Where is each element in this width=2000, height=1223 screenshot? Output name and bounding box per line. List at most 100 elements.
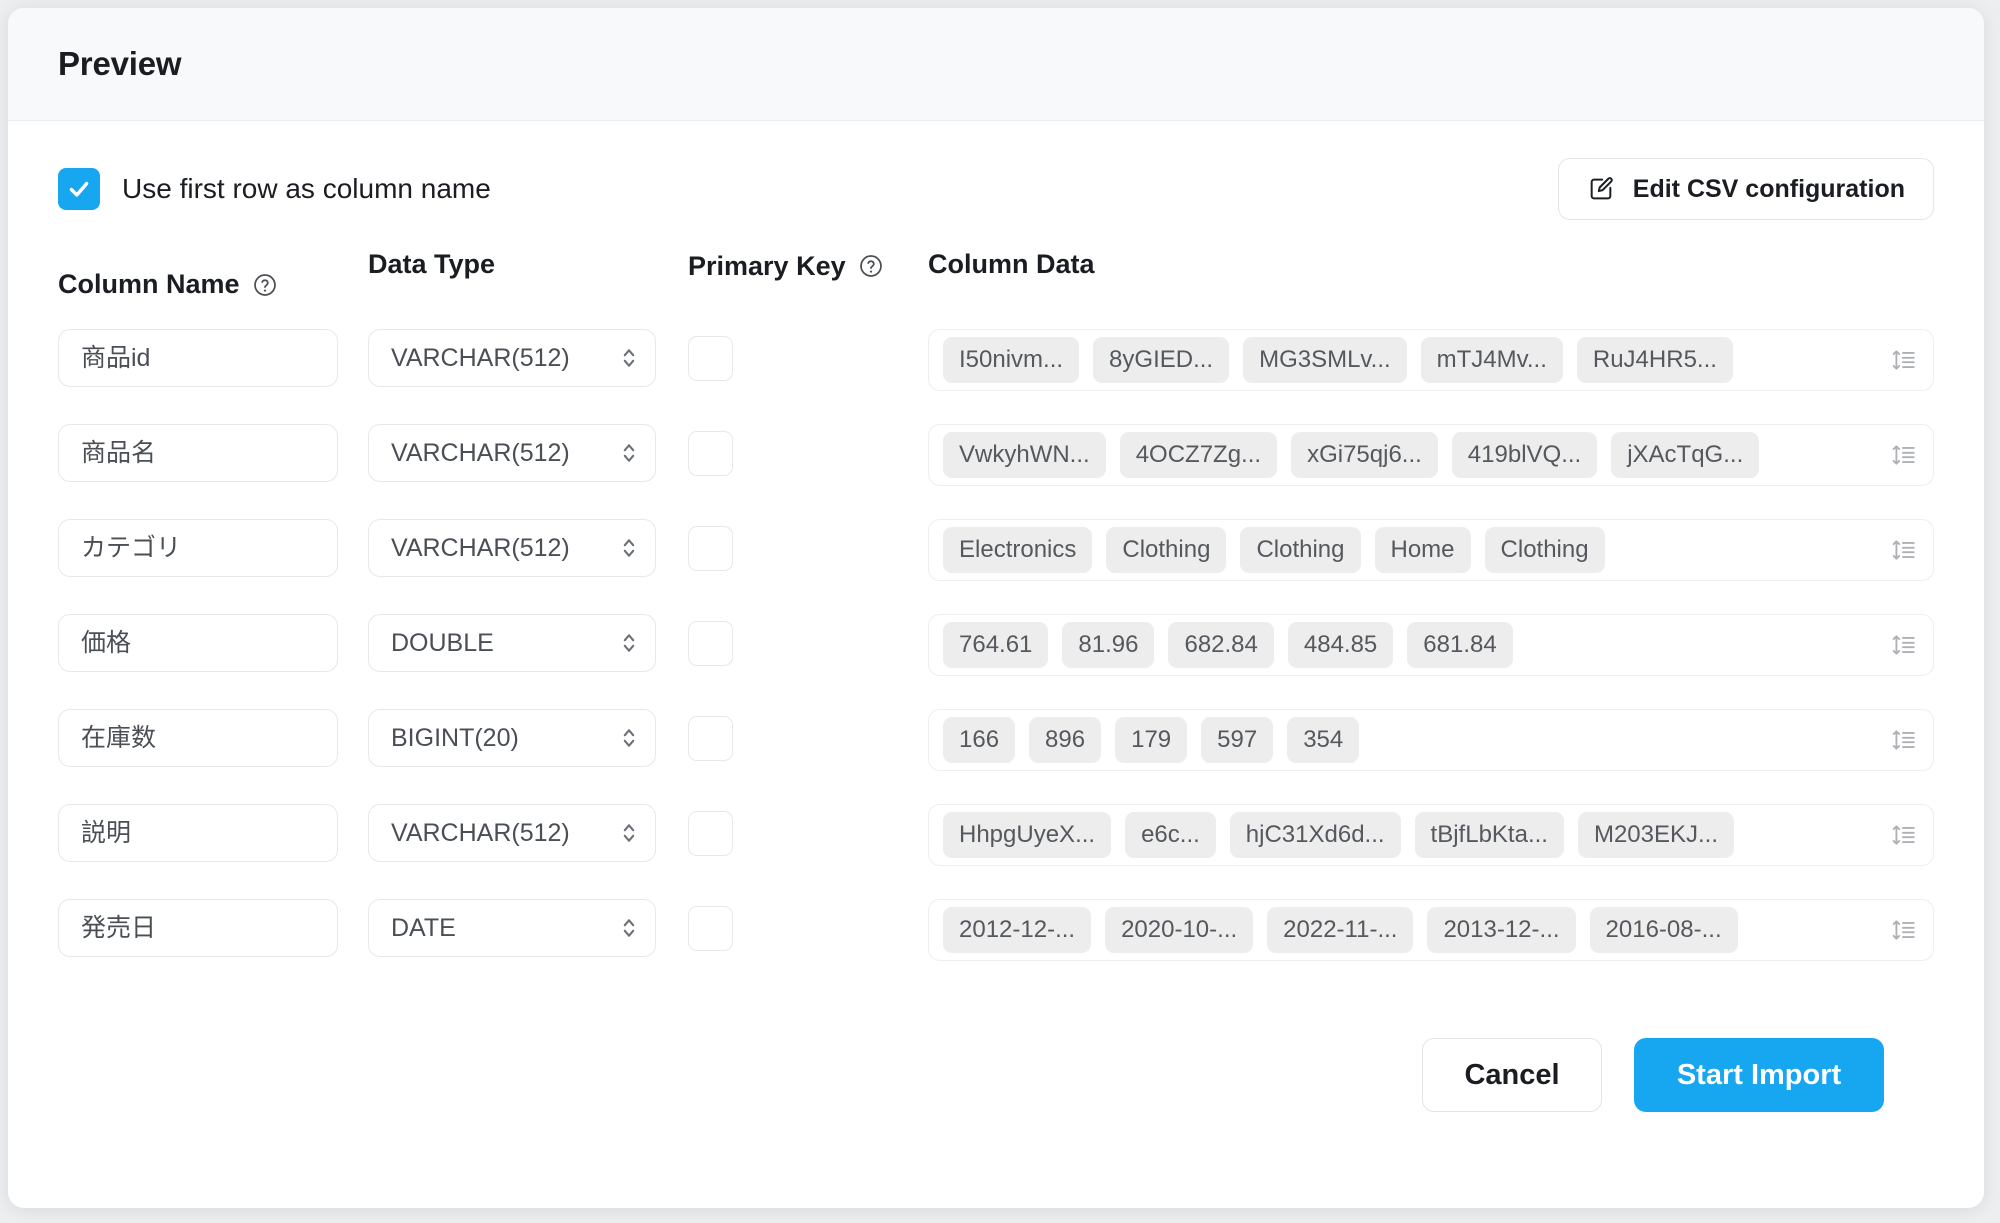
question-mark-circle-icon[interactable] [252, 272, 278, 298]
expand-rows-icon[interactable] [1891, 537, 1917, 563]
data-chip: I50nivm... [943, 337, 1080, 383]
table-rows: 商品id VARCHAR(512) I50nivm... 8yGIED... MG3SM… [58, 329, 1934, 994]
expand-rows-icon[interactable] [1891, 917, 1917, 943]
data-chip: e6c... [1125, 812, 1216, 858]
preview-modal: Preview Use first row as column name Edi… [8, 8, 1984, 1208]
cell-column-data: Electronics Clothing Clothing Home Clothing [928, 519, 1934, 581]
column-name-input[interactable]: 商品id [58, 329, 338, 387]
data-chip: RuJ4HR5... [1576, 337, 1733, 383]
data-type-select-wrap: VARCHAR(512) [368, 329, 656, 387]
header-column-data: Column Data [928, 243, 1934, 280]
column-data-container: 166 896 179 597 354 [928, 709, 1934, 771]
cell-primary-key [688, 709, 928, 761]
expand-rows-icon[interactable] [1891, 442, 1917, 468]
expand-rows-icon[interactable] [1891, 822, 1917, 848]
primary-key-checkbox[interactable] [688, 621, 733, 666]
primary-key-checkbox[interactable] [688, 906, 733, 951]
cancel-button[interactable]: Cancel [1422, 1038, 1602, 1112]
data-type-select-wrap: VARCHAR(512) [368, 424, 656, 482]
cell-column-data: 166 896 179 597 354 [928, 709, 1934, 771]
column-name-input[interactable]: 発売日 [58, 899, 338, 957]
header-primary-key: Primary Key [688, 243, 928, 284]
data-chip-list: 764.61 81.96 682.84 484.85 681.84 [943, 622, 1877, 668]
primary-key-checkbox[interactable] [688, 716, 733, 761]
cell-primary-key [688, 899, 928, 951]
data-chip: MG3SMLv... [1243, 337, 1407, 383]
cell-primary-key [688, 804, 928, 856]
data-chip: Clothing [1484, 527, 1605, 573]
cell-primary-key [688, 329, 928, 381]
column-name-input[interactable]: 在庫数 [58, 709, 338, 767]
table-row: 発売日 DATE 2012-12-... 2020-10-... 2022-11-...… [58, 899, 1934, 994]
data-type-select[interactable]: DATE [368, 899, 656, 957]
cell-column-data: 764.61 81.96 682.84 484.85 681.84 [928, 614, 1934, 676]
cell-column-name: 在庫数 [58, 709, 368, 767]
primary-key-checkbox[interactable] [688, 526, 733, 571]
column-name-input[interactable]: カテゴリ [58, 519, 338, 577]
data-type-select-wrap: VARCHAR(512) [368, 804, 656, 862]
column-data-container: Electronics Clothing Clothing Home Clothing [928, 519, 1934, 581]
data-chip: Clothing [1240, 527, 1361, 573]
column-data-container: HhpgUyeX... e6c... hjC31Xd6d... tBjfLbKta..… [928, 804, 1934, 866]
data-chip: 4OCZ7Zg... [1119, 432, 1278, 478]
data-chip-list: I50nivm... 8yGIED... MG3SMLv... mTJ4Mv... Ru… [943, 337, 1877, 383]
expand-rows-icon[interactable] [1891, 347, 1917, 373]
cell-data-type: DOUBLE [368, 614, 688, 672]
data-type-select[interactable]: DOUBLE [368, 614, 656, 672]
data-type-select[interactable]: VARCHAR(512) [368, 329, 656, 387]
data-type-select-wrap: DATE [368, 899, 656, 957]
modal-header: Preview [8, 8, 1984, 121]
table-row: カテゴリ VARCHAR(512) Electronics Clothing Cloth… [58, 519, 1934, 614]
table-row: 説明 VARCHAR(512) HhpgUyeX... e6c... hjC31Xd6d… [58, 804, 1934, 899]
data-chip: 2013-12-... [1427, 907, 1576, 953]
data-chip: 484.85 [1287, 622, 1394, 668]
header-column-name-label: Column Name [58, 269, 240, 299]
edit-csv-configuration-label: Edit CSV configuration [1632, 174, 1905, 203]
cell-column-name: 発売日 [58, 899, 368, 957]
column-data-container: 764.61 81.96 682.84 484.85 681.84 [928, 614, 1934, 676]
table-row: 価格 DOUBLE 764.61 81.96 682.84 484.85 681.84 [58, 614, 1934, 709]
column-name-input[interactable]: 商品名 [58, 424, 338, 482]
data-chip: jXAcTqG... [1611, 432, 1760, 478]
cell-data-type: BIGINT(20) [368, 709, 688, 767]
cell-data-type: VARCHAR(512) [368, 424, 688, 482]
data-chip: 81.96 [1062, 622, 1155, 668]
question-mark-circle-icon[interactable] [858, 253, 884, 279]
data-chip-list: HhpgUyeX... e6c... hjC31Xd6d... tBjfLbKta..… [943, 812, 1877, 858]
column-data-container: VwkyhWN... 4OCZ7Zg... xGi75qj6... 419blVQ..… [928, 424, 1934, 486]
columns-table: Column Name Data Type Primary Key Column… [58, 243, 1934, 994]
column-name-input[interactable]: 価格 [58, 614, 338, 672]
edit-square-pencil-icon [1590, 177, 1613, 200]
data-chip: 764.61 [943, 622, 1049, 668]
primary-key-checkbox[interactable] [688, 336, 733, 381]
data-chip: M203EKJ... [1577, 812, 1735, 858]
primary-key-checkbox[interactable] [688, 431, 733, 476]
data-chip: tBjfLbKta... [1414, 812, 1564, 858]
table-row: 商品id VARCHAR(512) I50nivm... 8yGIED... MG3SM… [58, 329, 1934, 424]
expand-rows-icon[interactable] [1891, 727, 1917, 753]
primary-key-checkbox[interactable] [688, 811, 733, 856]
cell-column-name: 商品id [58, 329, 368, 387]
expand-rows-icon[interactable] [1891, 632, 1917, 658]
data-type-select[interactable]: VARCHAR(512) [368, 424, 656, 482]
data-type-select[interactable]: VARCHAR(512) [368, 804, 656, 862]
data-chip-list: 2012-12-... 2020-10-... 2022-11-... 2013-12… [943, 907, 1877, 953]
start-import-button[interactable]: Start Import [1634, 1038, 1884, 1112]
use-first-row-checkbox-group[interactable]: Use first row as column name [58, 168, 491, 210]
data-chip: 2012-12-... [943, 907, 1092, 953]
cell-data-type: VARCHAR(512) [368, 329, 688, 387]
data-type-select[interactable]: BIGINT(20) [368, 709, 656, 767]
use-first-row-checkbox[interactable] [58, 168, 100, 210]
data-chip: HhpgUyeX... [943, 812, 1112, 858]
data-chip: xGi75qj6... [1291, 432, 1438, 478]
data-chip: 166 [943, 717, 1016, 763]
data-type-select[interactable]: VARCHAR(512) [368, 519, 656, 577]
cell-primary-key [688, 424, 928, 476]
cell-data-type: VARCHAR(512) [368, 804, 688, 862]
column-name-input[interactable]: 説明 [58, 804, 338, 862]
modal-footer: Cancel Start Import [58, 994, 1934, 1112]
data-chip-list: 166 896 179 597 354 [943, 717, 1877, 763]
column-data-container: 2012-12-... 2020-10-... 2022-11-... 2013-12… [928, 899, 1934, 961]
data-chip: 2020-10-... [1105, 907, 1254, 953]
edit-csv-configuration-button[interactable]: Edit CSV configuration [1557, 158, 1934, 220]
